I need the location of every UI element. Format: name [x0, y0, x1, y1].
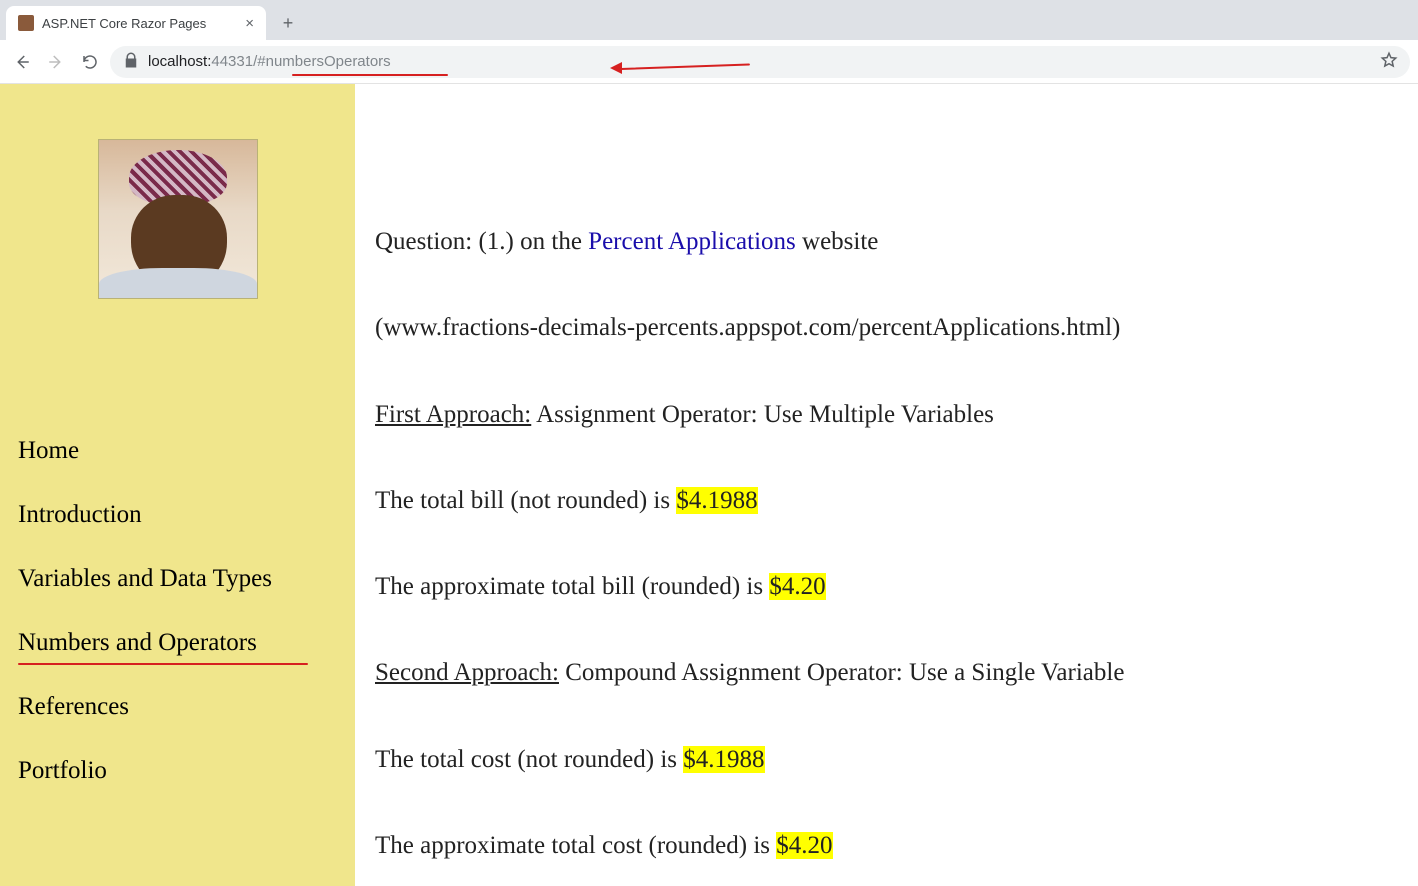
arrow-left-icon: [13, 53, 31, 71]
bill-not-rounded-value: $4.1988: [676, 487, 757, 514]
cost-not-rounded-prefix: The total cost (not rounded) is: [375, 746, 683, 773]
sidebar: Home Introduction Variables and Data Typ…: [0, 84, 355, 886]
page-body: Home Introduction Variables and Data Typ…: [0, 84, 1418, 886]
question-line-1: Question: (1.) on the Percent Applicatio…: [375, 224, 1418, 260]
browser-chrome: ASP.NET Core Razor Pages × + localhost:4…: [0, 0, 1418, 84]
url-path: /#numbersOperators: [253, 53, 391, 70]
cost-not-rounded-line: The total cost (not rounded) is $4.1988: [375, 742, 1418, 778]
first-approach-rest: Assignment Operator: Use Multiple Variab…: [531, 401, 994, 428]
question-prefix: Question: (1.) on the: [375, 228, 588, 255]
bill-rounded-value: $4.20: [769, 573, 825, 600]
tab-strip: ASP.NET Core Razor Pages × +: [0, 0, 1418, 40]
url-port: 44331: [211, 53, 253, 70]
arrow-right-icon: [47, 53, 65, 71]
cost-rounded-value: $4.20: [776, 832, 832, 859]
sidebar-item-home[interactable]: Home: [18, 419, 337, 483]
reload-icon: [81, 53, 99, 71]
annotation-arrow: [610, 66, 750, 86]
avatar: [98, 139, 258, 299]
bill-not-rounded-line: The total bill (not rounded) is $4.1988: [375, 483, 1418, 519]
address-bar[interactable]: localhost:44331/#numbersOperators: [110, 46, 1410, 78]
bookmark-star-icon[interactable]: [1380, 51, 1398, 73]
url-host: localhost:: [148, 53, 211, 70]
question-url-line: (www.fractions-decimals-percents.appspot…: [375, 310, 1418, 346]
second-approach-label: Second Approach:: [375, 659, 559, 686]
reload-button[interactable]: [76, 48, 104, 76]
cost-rounded-line: The approximate total cost (rounded) is …: [375, 828, 1418, 864]
browser-tab[interactable]: ASP.NET Core Razor Pages ×: [6, 6, 266, 40]
sidebar-item-references[interactable]: References: [18, 675, 337, 739]
tab-title: ASP.NET Core Razor Pages: [42, 16, 237, 31]
sidebar-item-variables[interactable]: Variables and Data Types: [18, 547, 337, 611]
first-approach-label: First Approach:: [375, 401, 531, 428]
first-approach-line: First Approach: Assignment Operator: Use…: [375, 397, 1418, 433]
back-button[interactable]: [8, 48, 36, 76]
bill-rounded-line: The approximate total bill (rounded) is …: [375, 569, 1418, 605]
percent-applications-link[interactable]: Percent Applications: [588, 228, 796, 255]
cost-rounded-prefix: The approximate total cost (rounded) is: [375, 832, 776, 859]
main-content: Question: (1.) on the Percent Applicatio…: [355, 84, 1418, 886]
url-text: localhost:44331/#numbersOperators: [148, 53, 391, 70]
annotation-underline: [292, 74, 448, 76]
cost-not-rounded-value: $4.1988: [683, 746, 764, 773]
lock-icon: [122, 51, 140, 73]
sidebar-item-portfolio[interactable]: Portfolio: [18, 739, 337, 803]
close-icon[interactable]: ×: [245, 16, 254, 31]
bill-not-rounded-prefix: The total bill (not rounded) is: [375, 487, 676, 514]
question-suffix: website: [796, 228, 879, 255]
second-approach-line: Second Approach: Compound Assignment Ope…: [375, 655, 1418, 691]
sidebar-nav: Home Introduction Variables and Data Typ…: [0, 329, 355, 803]
forward-button[interactable]: [42, 48, 70, 76]
bill-rounded-prefix: The approximate total bill (rounded) is: [375, 573, 769, 600]
favicon: [18, 15, 34, 31]
sidebar-item-introduction[interactable]: Introduction: [18, 483, 337, 547]
sidebar-item-numbers-operators[interactable]: Numbers and Operators: [18, 611, 337, 675]
avatar-container: [0, 84, 355, 329]
second-approach-rest: Compound Assignment Operator: Use a Sing…: [559, 659, 1124, 686]
browser-toolbar: localhost:44331/#numbersOperators: [0, 40, 1418, 84]
new-tab-button[interactable]: +: [274, 9, 302, 37]
